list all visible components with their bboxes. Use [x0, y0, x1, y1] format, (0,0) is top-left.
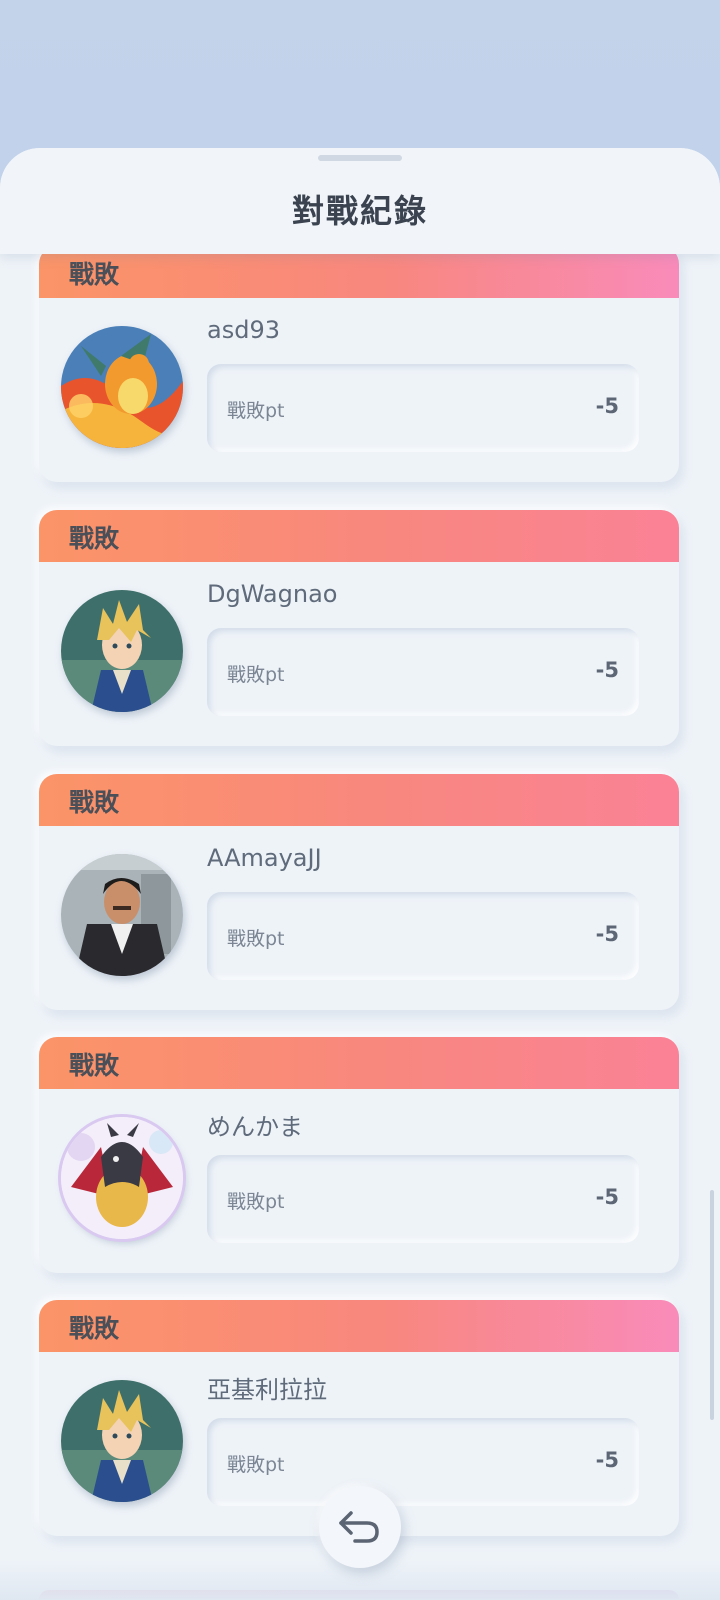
points-box: 戰敗pt -5 [207, 364, 639, 452]
points-label: 戰敗pt [227, 664, 285, 686]
charizard-avatar[interactable] [61, 326, 183, 448]
sheet-header: 對戰紀錄 [0, 148, 720, 254]
points-box: 戰敗pt -5 [207, 1155, 639, 1243]
points-label: 戰敗pt [227, 928, 285, 950]
return-arrow-icon [339, 1511, 379, 1543]
dragon-avatar[interactable] [61, 1117, 183, 1239]
points-value: -5 [595, 922, 619, 946]
result-banner: 戰敗 [39, 774, 679, 826]
result-banner: 戰敗 [39, 1300, 679, 1352]
points-box: 戰敗pt -5 [207, 1418, 639, 1506]
trainer-blonde-avatar[interactable] [61, 1380, 183, 1502]
player-name: asd93 [207, 316, 280, 344]
points-box: 戰敗pt -5 [207, 628, 639, 716]
points-value: -5 [595, 394, 619, 418]
drag-handle[interactable] [318, 155, 402, 161]
battle-record-list[interactable]: 戰敗 asd93 戰敗pt -5 戰敗 DgWagnao 戰敗pt -5 戰敗 … [0, 254, 720, 1600]
result-label: 戰敗 [69, 1051, 120, 1080]
player-name: AAmayaJJ [207, 844, 322, 872]
scrollbar[interactable] [710, 1190, 714, 1420]
page-title: 對戰紀錄 [291, 192, 428, 230]
battle-record-card[interactable]: 戰敗 asd93 戰敗pt -5 [39, 254, 679, 482]
battle-record-card[interactable]: 戰敗 AAmayaJJ 戰敗pt -5 [39, 774, 679, 1010]
result-label: 戰敗 [69, 524, 120, 553]
player-name: 亞基利拉拉 [207, 1376, 327, 1404]
battle-record-sheet: 對戰紀錄 戰敗 asd93 戰敗pt -5 戰敗 DgWagnao 戰敗pt -… [0, 148, 720, 1600]
result-label: 戰敗 [69, 788, 120, 817]
points-label: 戰敗pt [227, 1191, 285, 1213]
battle-record-card[interactable]: 戰敗 めんかま 戰敗pt -5 [39, 1037, 679, 1273]
result-banner: 戰敗 [39, 1037, 679, 1089]
result-banner: 戰敗 [39, 254, 679, 298]
points-label: 戰敗pt [227, 400, 285, 422]
result-banner: 戰敗 [39, 510, 679, 562]
player-name: めんかま [207, 1113, 303, 1141]
trainer-suit-avatar[interactable] [61, 854, 183, 976]
back-button[interactable] [319, 1486, 401, 1568]
result-label: 戰敗 [69, 260, 120, 289]
points-value: -5 [595, 1448, 619, 1472]
result-label: 戰敗 [69, 1314, 120, 1343]
points-box: 戰敗pt -5 [207, 892, 639, 980]
points-value: -5 [595, 1185, 619, 1209]
points-value: -5 [595, 658, 619, 682]
player-name: DgWagnao [207, 580, 338, 608]
battle-record-card[interactable]: 戰敗 DgWagnao 戰敗pt -5 [39, 510, 679, 746]
points-label: 戰敗pt [227, 1454, 285, 1476]
trainer-blonde-avatar[interactable] [61, 590, 183, 712]
